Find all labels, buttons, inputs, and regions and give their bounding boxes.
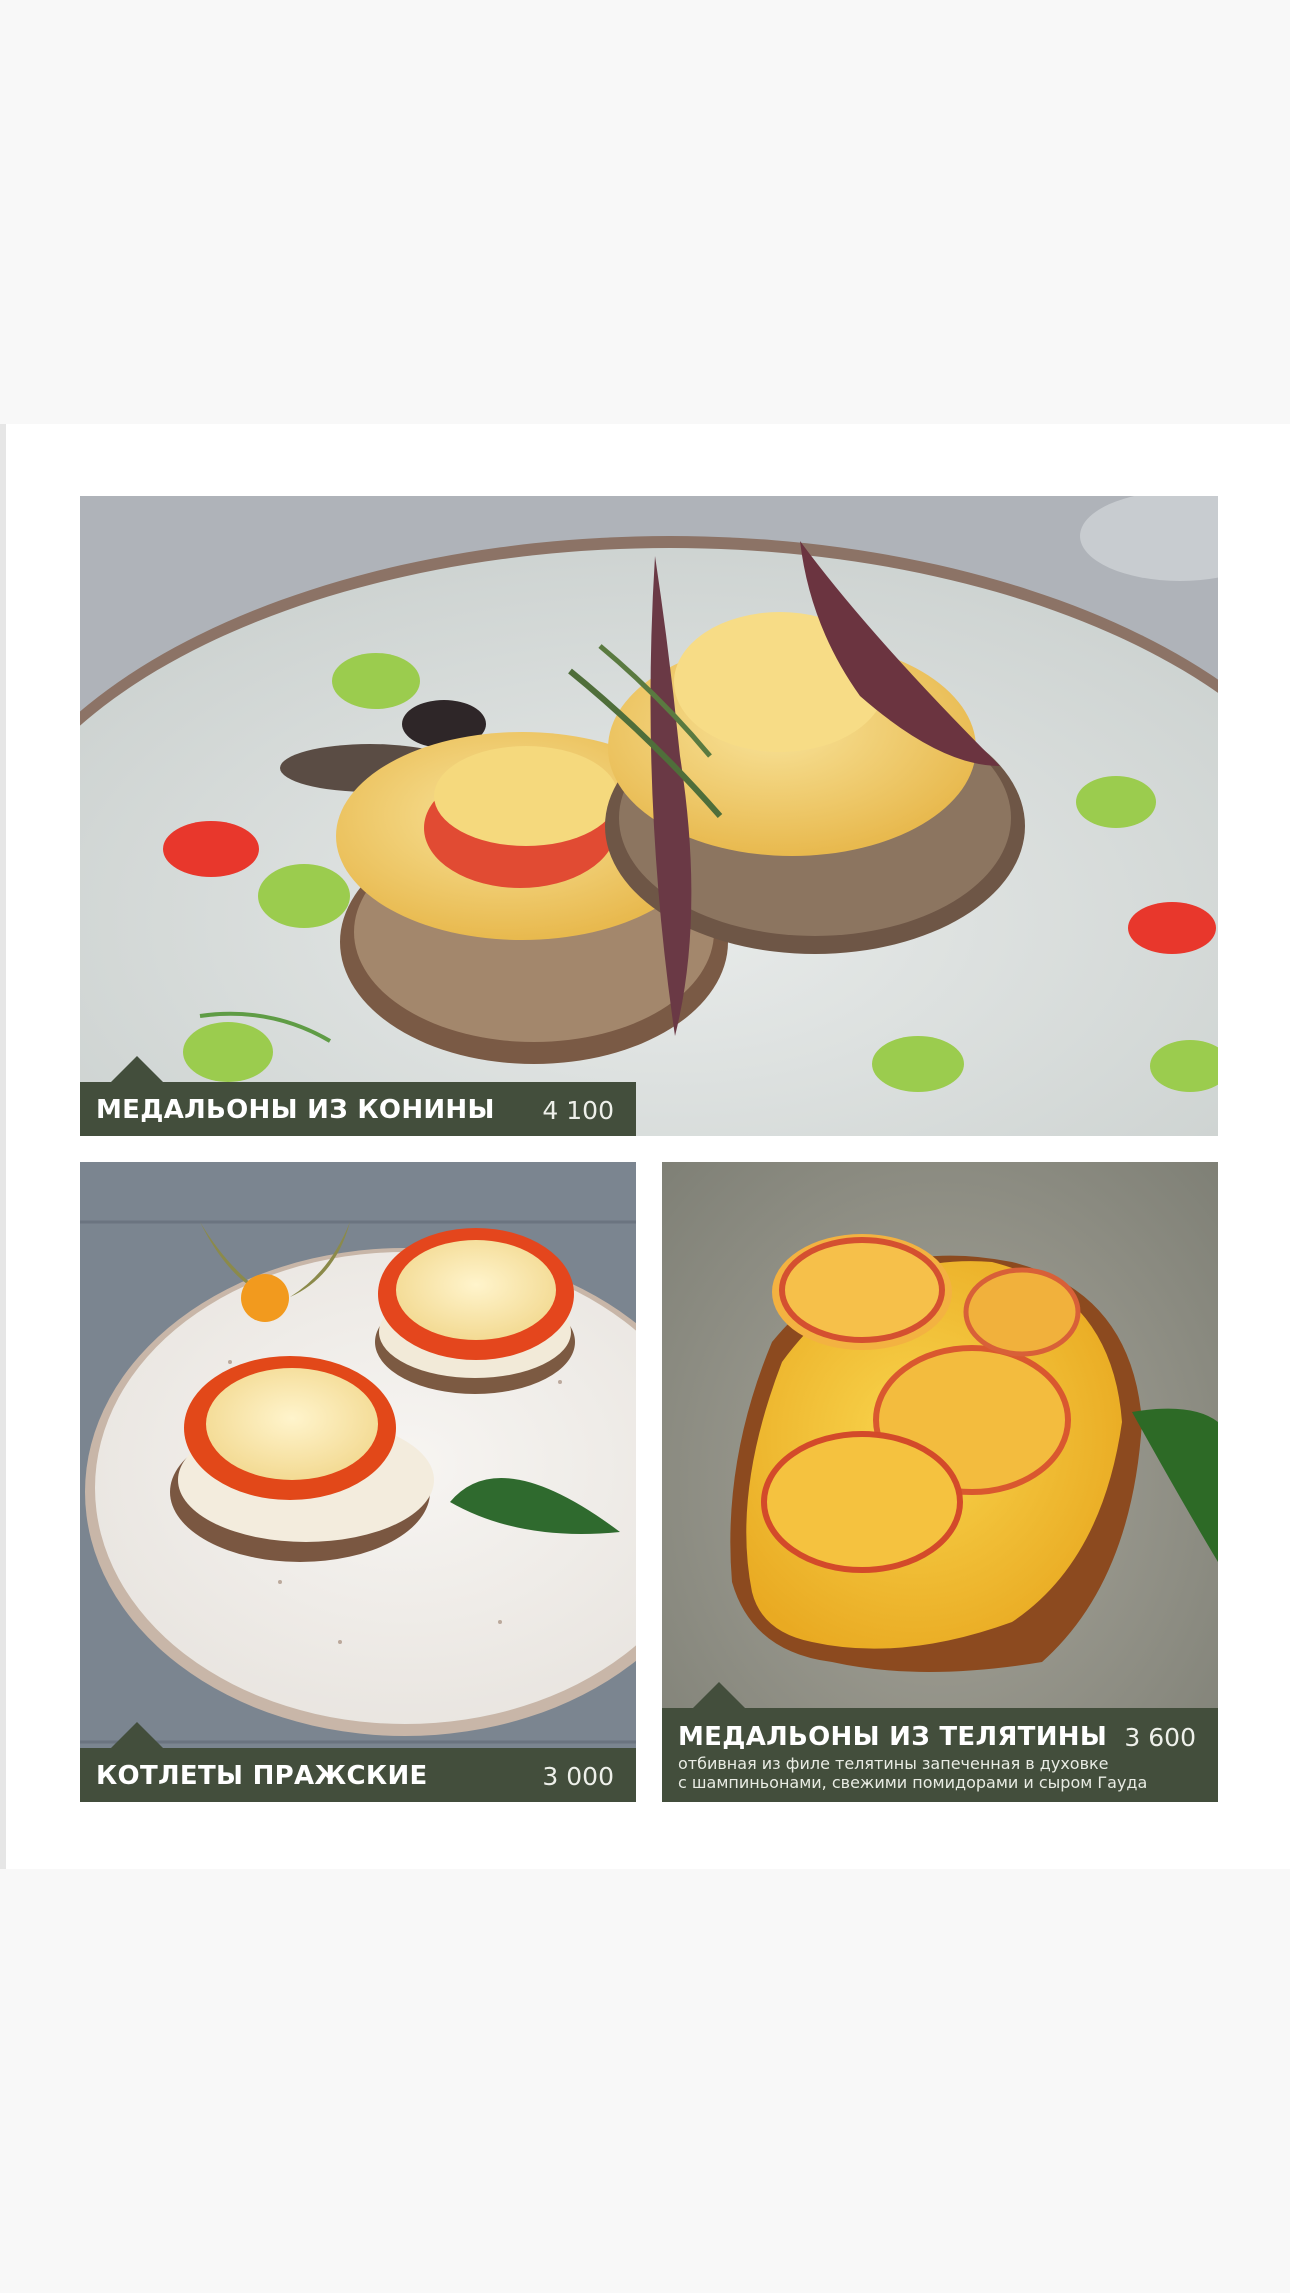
dish-label-bar: МЕДАЛЬОНЫ ИЗ ТЕЛЯТИНЫ 3 600 отбивная из … (662, 1708, 1218, 1802)
label-notch (110, 1056, 164, 1083)
dish-label-bar: МЕДАЛЬОНЫ ИЗ КОНИНЫ 4 100 (80, 1082, 636, 1136)
label-notch (110, 1722, 164, 1749)
menu-item-horse-medallions[interactable]: МЕДАЛЬОНЫ ИЗ КОНИНЫ 4 100 (80, 496, 1218, 1136)
menu-item-prague-cutlets[interactable]: КОТЛЕТЫ ПРАЖСКИЕ 3 000 (80, 1162, 636, 1802)
dish-price: 3 000 (542, 1762, 614, 1791)
dish-name: МЕДАЛЬОНЫ ИЗ ТЕЛЯТИНЫ (678, 1722, 1108, 1752)
dish-name: МЕДАЛЬОНЫ ИЗ КОНИНЫ (96, 1095, 495, 1125)
label-notch (692, 1682, 746, 1709)
horse-medallions-photo (80, 496, 1218, 1136)
dish-price: 3 600 (1124, 1723, 1196, 1752)
prague-cutlets-photo (80, 1162, 636, 1802)
dish-description-line-1: отбивная из филе телятины запеченная в д… (678, 1754, 1109, 1773)
menu-item-veal-medallions[interactable]: МЕДАЛЬОНЫ ИЗ ТЕЛЯТИНЫ 3 600 отбивная из … (662, 1162, 1218, 1802)
dish-label-bar: КОТЛЕТЫ ПРАЖСКИЕ 3 000 (80, 1748, 636, 1802)
dish-price: 4 100 (542, 1096, 614, 1125)
dish-name: КОТЛЕТЫ ПРАЖСКИЕ (96, 1761, 428, 1791)
dish-description-line-2: с шампиньонами, свежими помидорами и сыр… (678, 1773, 1148, 1792)
